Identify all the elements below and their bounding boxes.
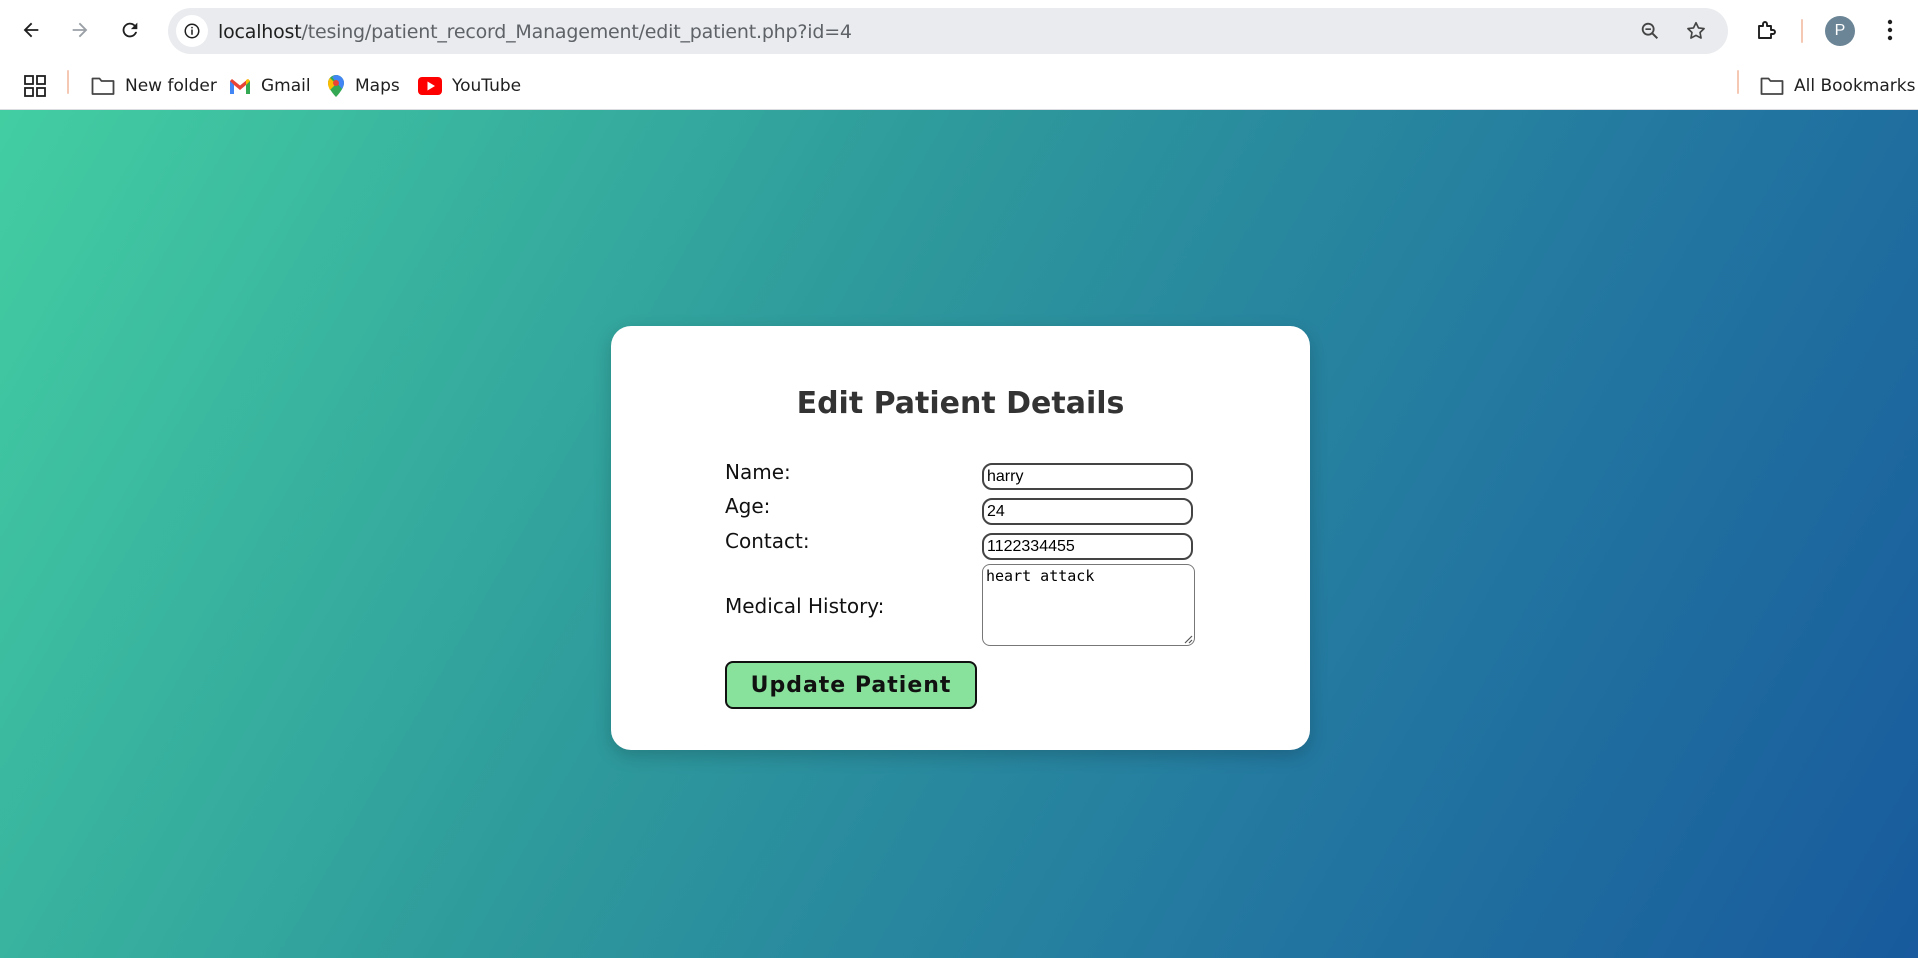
- medical-history-textarea[interactable]: heart attack: [982, 564, 1195, 646]
- reload-button[interactable]: [110, 10, 150, 50]
- name-label: Name:: [725, 460, 791, 484]
- bookmark-new-folder[interactable]: New folder: [91, 70, 217, 102]
- medical-history-label: Medical History:: [725, 594, 885, 618]
- all-bookmarks-label: All Bookmarks: [1794, 76, 1916, 96]
- folder-icon: [91, 77, 115, 95]
- back-button[interactable]: [11, 10, 51, 50]
- profile-avatar[interactable]: P: [1825, 16, 1855, 46]
- apps-button[interactable]: [24, 70, 46, 102]
- forward-button[interactable]: [60, 10, 100, 50]
- address-bar[interactable]: localhost/tesing/patient_record_Manageme…: [168, 8, 1728, 54]
- browser-toolbar: localhost/tesing/patient_record_Manageme…: [0, 0, 1918, 62]
- contact-input[interactable]: [982, 533, 1193, 560]
- reload-icon: [122, 22, 138, 38]
- name-input[interactable]: [982, 463, 1193, 490]
- folder-icon: [1760, 77, 1784, 95]
- all-bookmarks-button[interactable]: All Bookmarks: [1760, 70, 1915, 102]
- apps-grid-icon: [24, 75, 46, 97]
- maps-icon: [328, 75, 344, 97]
- bookmark-star-icon[interactable]: [1684, 19, 1708, 43]
- page-background: Edit Patient Details Name: Age: Contact:…: [0, 110, 1918, 958]
- resize-grip-icon[interactable]: [1183, 634, 1193, 644]
- youtube-icon: [418, 77, 442, 95]
- zoom-icon[interactable]: [1638, 19, 1662, 43]
- bookmark-gmail[interactable]: Gmail: [229, 70, 311, 102]
- toolbar-divider: [1801, 19, 1803, 43]
- update-patient-button[interactable]: Update Patient: [725, 661, 977, 709]
- contact-label: Contact:: [725, 529, 810, 553]
- age-input[interactable]: [982, 498, 1193, 525]
- bookmarks-divider: [1737, 70, 1739, 94]
- url-host: localhost: [218, 21, 302, 43]
- back-arrow-icon: [23, 22, 39, 38]
- url-text[interactable]: localhost/tesing/patient_record_Manageme…: [218, 21, 852, 43]
- gmail-icon: [230, 79, 250, 94]
- bookmark-maps[interactable]: Maps: [327, 70, 400, 102]
- bookmark-label: Maps: [355, 76, 400, 96]
- age-label: Age:: [725, 494, 771, 518]
- site-info-icon[interactable]: [176, 15, 208, 47]
- bookmark-label: Gmail: [261, 76, 311, 96]
- bookmark-youtube[interactable]: YouTube: [418, 70, 521, 102]
- form-title: Edit Patient Details: [796, 386, 1125, 421]
- extensions-icon[interactable]: [1751, 15, 1781, 45]
- bookmarks-divider: [67, 70, 69, 94]
- forward-arrow-icon: [72, 22, 88, 38]
- bookmarks-bar: New folder Gmail Maps YouTube All Bookma…: [0, 62, 1918, 110]
- bookmark-label: New folder: [125, 76, 217, 96]
- menu-dots-icon[interactable]: [1875, 15, 1905, 45]
- edit-patient-form: Edit Patient Details Name: Age: Contact:…: [611, 326, 1310, 750]
- bookmark-label: YouTube: [452, 76, 522, 96]
- url-path: /tesing/patient_record_Management/edit_p…: [301, 21, 853, 43]
